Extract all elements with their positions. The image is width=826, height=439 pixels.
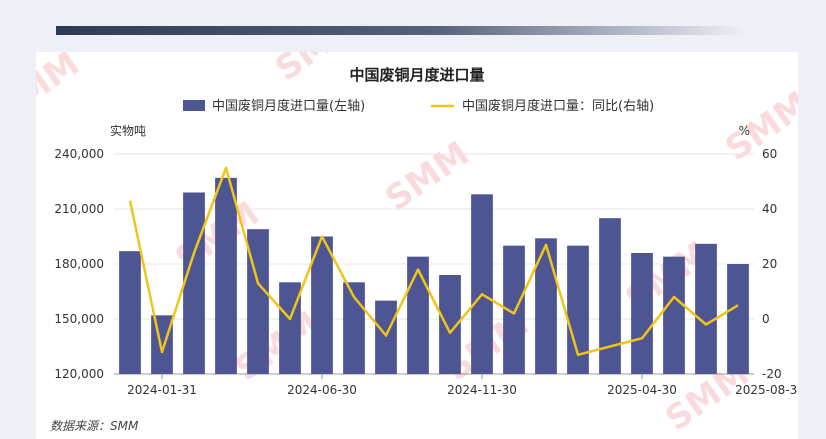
watermark-layer: SMMSMMSMMSMMSMMSMMSMMSMMSMM xyxy=(36,52,798,439)
bar-18 xyxy=(695,243,717,374)
left-tick-label-3: 150,000 xyxy=(54,312,104,326)
bar-0 xyxy=(119,251,141,374)
x-tick-label-0: 2024-01-31 xyxy=(127,383,197,397)
x-tick-label-2: 2024-11-30 xyxy=(447,383,517,397)
bar-2 xyxy=(183,192,205,374)
right-tick-label-4: -20 xyxy=(762,367,782,381)
left-axis-unit: 实物吨 xyxy=(110,123,146,138)
bar-15 xyxy=(599,218,621,374)
right-axis-ticks: 60 40 20 0 -20 xyxy=(762,147,782,381)
bar-4 xyxy=(247,229,269,374)
chart-title: 中国废铜月度进口量 xyxy=(349,66,484,84)
x-tick-label-4: 2025-08-31 xyxy=(735,383,798,397)
bar-16 xyxy=(631,253,653,374)
bar-17 xyxy=(663,256,685,374)
left-tick-label-0: 240,000 xyxy=(54,147,104,161)
x-tick-label-3: 2025-04-30 xyxy=(607,383,677,397)
bar-3 xyxy=(215,177,237,374)
left-axis-ticks: 240,000 210,000 180,000 150,000 120,000 xyxy=(54,147,104,381)
chart-card: SMMSMMSMMSMMSMMSMMSMMSMMSMM 中国废铜月度进口量 中国… xyxy=(36,52,798,439)
bar-19 xyxy=(727,264,749,374)
right-tick-label-2: 20 xyxy=(762,257,777,271)
bar-11 xyxy=(471,194,493,374)
left-tick-label-4: 120,000 xyxy=(54,367,104,381)
watermark-4: SMM xyxy=(378,134,476,220)
chart: SMMSMMSMMSMMSMMSMMSMMSMMSMM 中国废铜月度进口量 中国… xyxy=(36,52,798,439)
right-tick-label-0: 60 xyxy=(762,147,777,161)
watermark-0: SMM xyxy=(36,52,87,129)
legend-bar-label: 中国废铜月度进口量(左轴) xyxy=(212,98,365,114)
data-source: 数据来源：SMM xyxy=(50,419,139,433)
bar-1 xyxy=(151,315,173,374)
x-tick-label-1: 2024-06-30 xyxy=(287,383,357,397)
watermark-2: SMM xyxy=(718,84,798,170)
header-stripe xyxy=(56,26,746,35)
legend-bar-swatch xyxy=(183,100,205,111)
right-axis-unit: % xyxy=(739,124,750,138)
legend-line-label: 中国废铜月度进口量：同比(右轴) xyxy=(462,98,654,114)
left-tick-label-1: 210,000 xyxy=(54,202,104,216)
bar-8 xyxy=(375,300,397,374)
left-tick-label-2: 180,000 xyxy=(54,257,104,271)
right-tick-label-1: 40 xyxy=(762,202,777,216)
right-tick-label-3: 0 xyxy=(762,312,770,326)
legend: 中国废铜月度进口量(左轴) 中国废铜月度进口量：同比(右轴) xyxy=(183,98,654,114)
bar-9 xyxy=(407,256,429,374)
